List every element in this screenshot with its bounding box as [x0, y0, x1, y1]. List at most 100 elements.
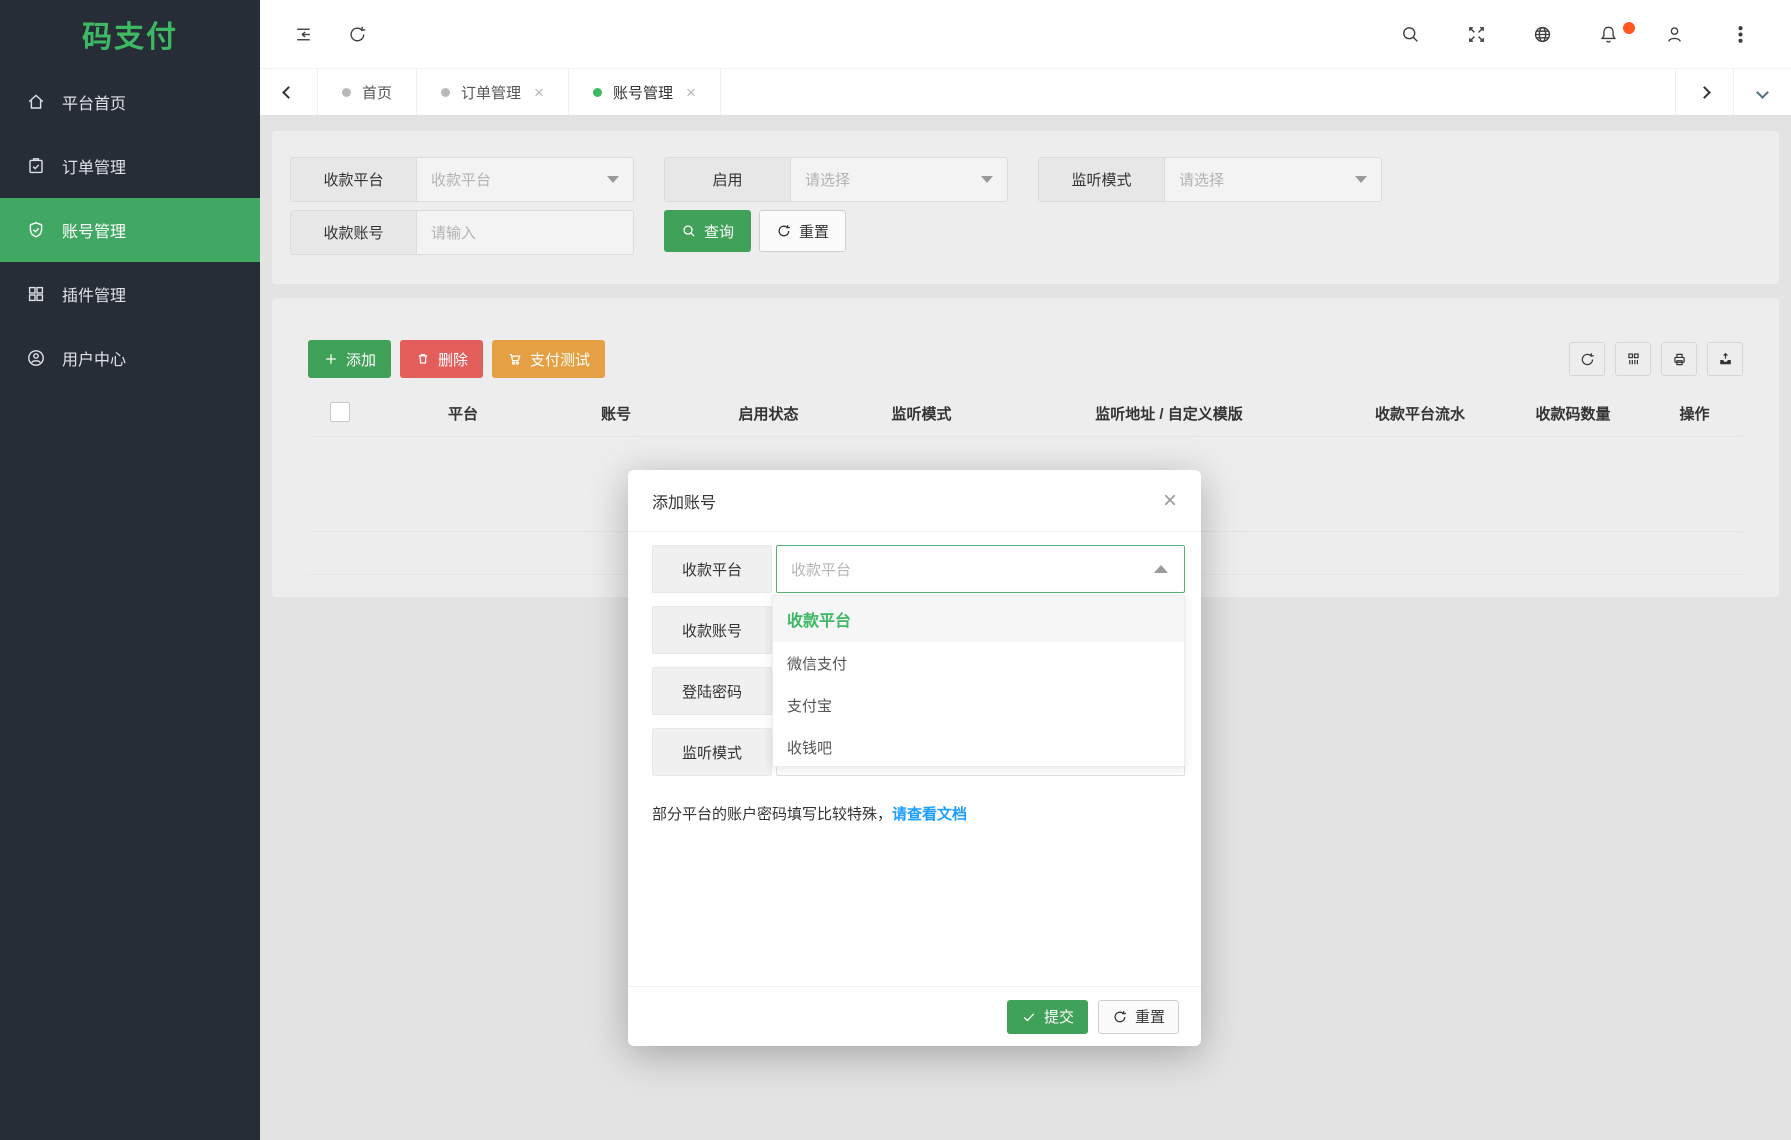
pay-test-button[interactable]: 支付测试	[492, 340, 606, 378]
field-label: 监听模式	[652, 728, 772, 776]
table-toolbar: 添加 删除 支付测试	[308, 340, 1743, 378]
chevron-right-icon	[1698, 85, 1711, 99]
refresh-icon	[1581, 352, 1594, 365]
platform-select[interactable]: 收款平台	[776, 545, 1185, 593]
modal-field-platform: 收款平台 收款平台	[652, 545, 1185, 593]
column-header-platform-flow: 收款平台流水	[1374, 406, 1465, 423]
filter-listen-mode-select[interactable]: 请选择	[1165, 158, 1381, 201]
tabs-menu-button[interactable]	[1733, 69, 1791, 115]
column-header-code-count: 收款码数量	[1535, 406, 1611, 423]
topbar-left	[260, 21, 370, 47]
add-button[interactable]: 添加	[308, 340, 392, 378]
table-header-row: 平台 账号 启用状态 监听模式 监听地址 / 自定义模版 收款平台流水 收款码数…	[308, 391, 1743, 436]
column-header-account: 账号	[600, 406, 631, 423]
user-profile-button[interactable]	[1661, 21, 1687, 47]
select-placeholder: 请选择	[805, 172, 851, 189]
topbar	[260, 0, 1791, 68]
sidebar-item-label: 用户中心	[62, 352, 127, 369]
table-refresh-button[interactable]	[1569, 342, 1605, 376]
sidebar-item-user-center[interactable]: 用户中心	[0, 326, 260, 390]
plugin-icon	[28, 286, 44, 302]
refresh-icon	[1114, 1010, 1126, 1022]
trash-icon	[418, 354, 428, 364]
tab-label: 订单管理	[461, 84, 522, 102]
tabs-next-button[interactable]	[1675, 69, 1733, 115]
modal-close-icon[interactable]: ×	[1163, 488, 1177, 513]
topbar-right	[1397, 21, 1791, 47]
table-columns-button[interactable]	[1615, 342, 1651, 376]
modal-title: 添加账号	[652, 494, 717, 512]
select-placeholder: 收款平台	[431, 172, 492, 189]
delete-button[interactable]: 删除	[400, 340, 484, 378]
tab-home[interactable]: 首页	[318, 69, 418, 115]
modal-hint: 部分平台的账户密码填写比较特殊，请查看文档	[652, 803, 1185, 824]
app-root: 码支付 平台首页 订单管理 账号管理 插件管理 用户中心 首页 订单管理 × 账…	[0, 0, 1791, 1140]
refresh-page-button[interactable]	[344, 21, 370, 47]
dropdown-option-shouqianba[interactable]: 收钱吧	[773, 726, 1184, 766]
check-icon	[1023, 1012, 1035, 1021]
more-vertical-icon	[1737, 25, 1743, 43]
columns-icon	[1627, 352, 1639, 364]
modal-footer: 提交 重置	[628, 986, 1201, 1046]
filter-row-2: 收款账号 请输入 查询 重置	[290, 210, 1761, 255]
filter-platform-label: 收款平台	[291, 158, 417, 201]
filter-row-1: 收款平台 收款平台 启用 请选择 监听模式 请选择	[290, 157, 1761, 202]
field-label: 收款账号	[652, 606, 772, 654]
tab-label: 账号管理	[612, 84, 673, 102]
dropdown-option-alipay[interactable]: 支付宝	[773, 684, 1184, 726]
sidebar-item-orders[interactable]: 订单管理	[0, 134, 260, 198]
add-account-modal: 添加账号 × 收款平台 收款平台 收款账号 登陆密码 监听模式 部分平台的账户密…	[628, 470, 1201, 1046]
brand-logo: 码支付	[82, 21, 178, 54]
language-button[interactable]	[1529, 21, 1555, 47]
chevron-left-icon	[282, 85, 295, 99]
tab-close-icon[interactable]: ×	[686, 84, 696, 101]
shield-check-icon	[29, 222, 43, 238]
select-placeholder: 请选择	[1179, 172, 1225, 189]
table-print-button[interactable]	[1661, 342, 1697, 376]
notifications-button[interactable]	[1595, 21, 1635, 47]
tabs-prev-button[interactable]	[260, 69, 318, 115]
dropdown-option-platform[interactable]: 收款平台	[773, 596, 1184, 642]
chevron-down-icon	[607, 176, 619, 183]
column-header-listen-mode: 监听模式	[891, 406, 952, 423]
order-icon	[29, 158, 43, 174]
tab-dot	[441, 87, 451, 97]
column-header-enable-status: 启用状态	[738, 406, 799, 423]
filter-platform-select[interactable]: 收款平台	[417, 158, 633, 201]
docs-link[interactable]: 请查看文档	[892, 806, 967, 823]
bell-icon	[1600, 26, 1616, 43]
tab-close-icon[interactable]: ×	[534, 84, 544, 101]
more-menu-button[interactable]	[1727, 21, 1753, 47]
search-button[interactable]	[1397, 21, 1423, 47]
search-icon	[683, 225, 695, 237]
column-header-actions: 操作	[1679, 406, 1710, 423]
home-icon	[28, 94, 44, 109]
sidebar-item-platform-home[interactable]: 平台首页	[0, 70, 260, 134]
filter-reset-button[interactable]: 重置	[759, 210, 847, 252]
filter-listen-mode: 监听模式 请选择	[1038, 157, 1382, 202]
collapse-sidebar-button[interactable]	[290, 21, 316, 47]
modal-reset-button[interactable]: 重置	[1097, 999, 1179, 1034]
tab-orders[interactable]: 订单管理 ×	[417, 69, 569, 115]
filter-account-input[interactable]: 请输入	[417, 211, 633, 254]
submit-button[interactable]: 提交	[1006, 999, 1088, 1034]
refresh-icon	[778, 225, 791, 237]
chevron-down-icon	[1355, 176, 1367, 183]
platform-dropdown: 收款平台 微信支付 支付宝 收钱吧	[772, 595, 1185, 767]
sidebar-item-plugins[interactable]: 插件管理	[0, 262, 260, 326]
dropdown-option-wechat[interactable]: 微信支付	[773, 642, 1184, 684]
fullscreen-button[interactable]	[1463, 21, 1489, 47]
search-submit-button[interactable]: 查询	[664, 210, 752, 252]
select-all-checkbox[interactable]	[330, 401, 350, 422]
sidebar-item-accounts[interactable]: 账号管理	[0, 198, 260, 262]
button-label: 添加	[346, 351, 377, 369]
globe-icon	[1534, 26, 1550, 42]
filter-panel: 收款平台 收款平台 启用 请选择 监听模式 请选择 收款账号 请输入 查询 重置	[272, 131, 1779, 284]
tab-label: 首页	[362, 84, 393, 102]
tab-accounts[interactable]: 账号管理 ×	[569, 69, 721, 115]
tab-dot	[342, 87, 351, 97]
filter-enable-select[interactable]: 请选择	[791, 158, 1007, 201]
tabbar: 首页 订单管理 × 账号管理 ×	[260, 68, 1791, 116]
select-placeholder: 收款平台	[791, 561, 852, 579]
table-export-button[interactable]	[1707, 342, 1743, 376]
